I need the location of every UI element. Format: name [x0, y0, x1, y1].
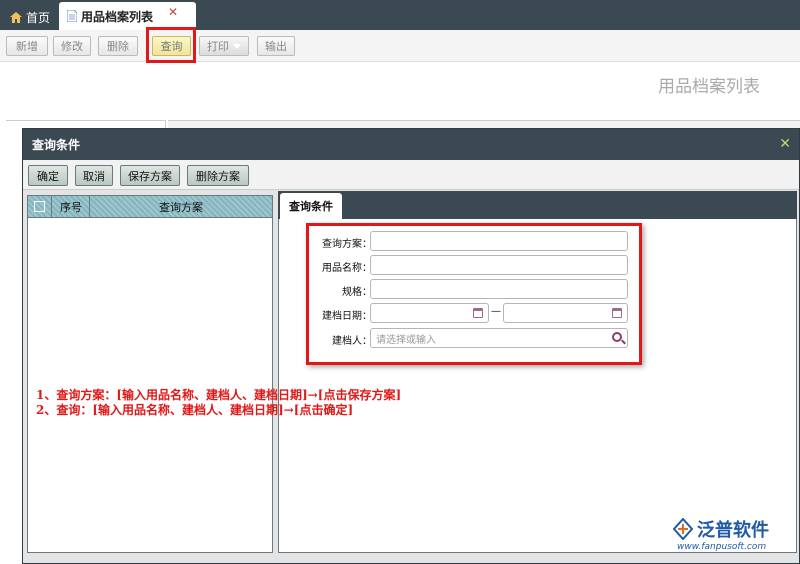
logo-url: www.fanpusoft.com — [677, 542, 767, 552]
dialog-title-bar: 查询条件 ✕ — [23, 129, 799, 160]
document-icon — [67, 10, 77, 22]
tab-home-label: 首页 — [26, 10, 51, 25]
calendar-icon[interactable] — [612, 308, 622, 318]
column-index: 序号 — [51, 196, 89, 218]
scheme-list-header: 序号 查询方案 — [28, 196, 272, 218]
date-end-input[interactable] — [503, 303, 628, 323]
print-button[interactable]: 打印 — [199, 36, 249, 56]
creator-input[interactable]: 请选择或输入 — [370, 328, 628, 348]
print-button-label: 打印 — [207, 40, 229, 53]
date-label: 建档日期： — [322, 311, 372, 322]
brand-logo: 泛普软件 www.fanpusoft.com — [673, 516, 795, 558]
instruction-line: 2、查询：[输入用品名称、建档人、建档日期]→[点击确定] — [36, 403, 354, 417]
criteria-form-highlight: 查询方案： 用品名称： 规格： 建档日期： — 建档人： 请选择或输入 — [306, 223, 642, 365]
tab-bar: 首页 用品档案列表 ✕ — [0, 0, 800, 30]
criteria-tab-strip: 查询条件 — [278, 191, 797, 219]
logo-name: 泛普软件 — [697, 520, 769, 541]
delete-button[interactable]: 删除 — [98, 36, 138, 56]
dialog-close-icon[interactable]: ✕ — [779, 136, 791, 152]
criteria-body: 查询方案： 用品名称： 规格： 建档日期： — 建档人： 请选择或输入 — [278, 219, 797, 553]
scheme-label: 查询方案： — [322, 239, 372, 250]
instruction-line: 1、查询方案：[输入用品名称、建档人、建档日期]→[点击保存方案] — [36, 388, 402, 402]
logo-mark-icon — [673, 518, 693, 540]
tab-query-conditions[interactable]: 查询条件 — [280, 193, 342, 219]
page-title: 用品档案列表 — [658, 77, 760, 97]
delete-scheme-button[interactable]: 删除方案 — [187, 165, 249, 186]
tab-active-label: 用品档案列表 — [81, 9, 154, 24]
calendar-icon[interactable] — [473, 308, 483, 318]
export-button[interactable]: 输出 — [257, 36, 295, 56]
name-input[interactable] — [370, 255, 628, 275]
tab-close-icon[interactable]: ✕ — [168, 5, 178, 19]
dialog-title: 查询条件 — [32, 138, 81, 152]
instruction-notes: 1、查询方案：[输入用品名称、建档人、建档日期]→[点击保存方案] 2、查询：[… — [36, 388, 536, 418]
confirm-button[interactable]: 确定 — [28, 165, 68, 186]
search-icon[interactable] — [612, 332, 622, 342]
query-button-highlight — [146, 27, 196, 63]
tab-item-archive-list[interactable]: 用品档案列表 ✕ — [59, 2, 196, 30]
creator-placeholder: 请选择或输入 — [376, 334, 436, 346]
edit-button[interactable]: 修改 — [53, 36, 91, 56]
select-all-checkbox[interactable] — [34, 201, 45, 212]
chevron-down-icon — [233, 43, 241, 49]
scheme-list-panel: 序号 查询方案 — [27, 195, 273, 553]
scheme-input[interactable] — [370, 231, 628, 251]
creator-label: 建档人： — [332, 336, 372, 347]
date-start-input[interactable] — [370, 303, 489, 323]
cancel-button[interactable]: 取消 — [75, 165, 113, 186]
save-scheme-button[interactable]: 保存方案 — [120, 165, 180, 186]
main-toolbar: 新增 修改 删除 查询 打印 输出 — [0, 30, 800, 62]
date-separator: — — [491, 306, 501, 317]
column-scheme-name: 查询方案 — [89, 196, 272, 218]
home-icon — [10, 11, 22, 23]
add-button[interactable]: 新增 — [6, 36, 48, 56]
tab-home[interactable]: 首页 — [4, 6, 56, 28]
spec-input[interactable] — [370, 279, 628, 299]
criteria-panel: 查询条件 查询方案： 用品名称： 规格： 建档日期： — 建档人： 请选择或输入 — [278, 191, 797, 553]
query-dialog: 查询条件 ✕ 确定 取消 保存方案 删除方案 序号 查询方案 查询条件 查询方案… — [22, 128, 800, 564]
name-label: 用品名称： — [322, 263, 372, 274]
spec-label: 规格： — [342, 287, 372, 298]
dialog-toolbar: 确定 取消 保存方案 删除方案 — [23, 160, 799, 190]
